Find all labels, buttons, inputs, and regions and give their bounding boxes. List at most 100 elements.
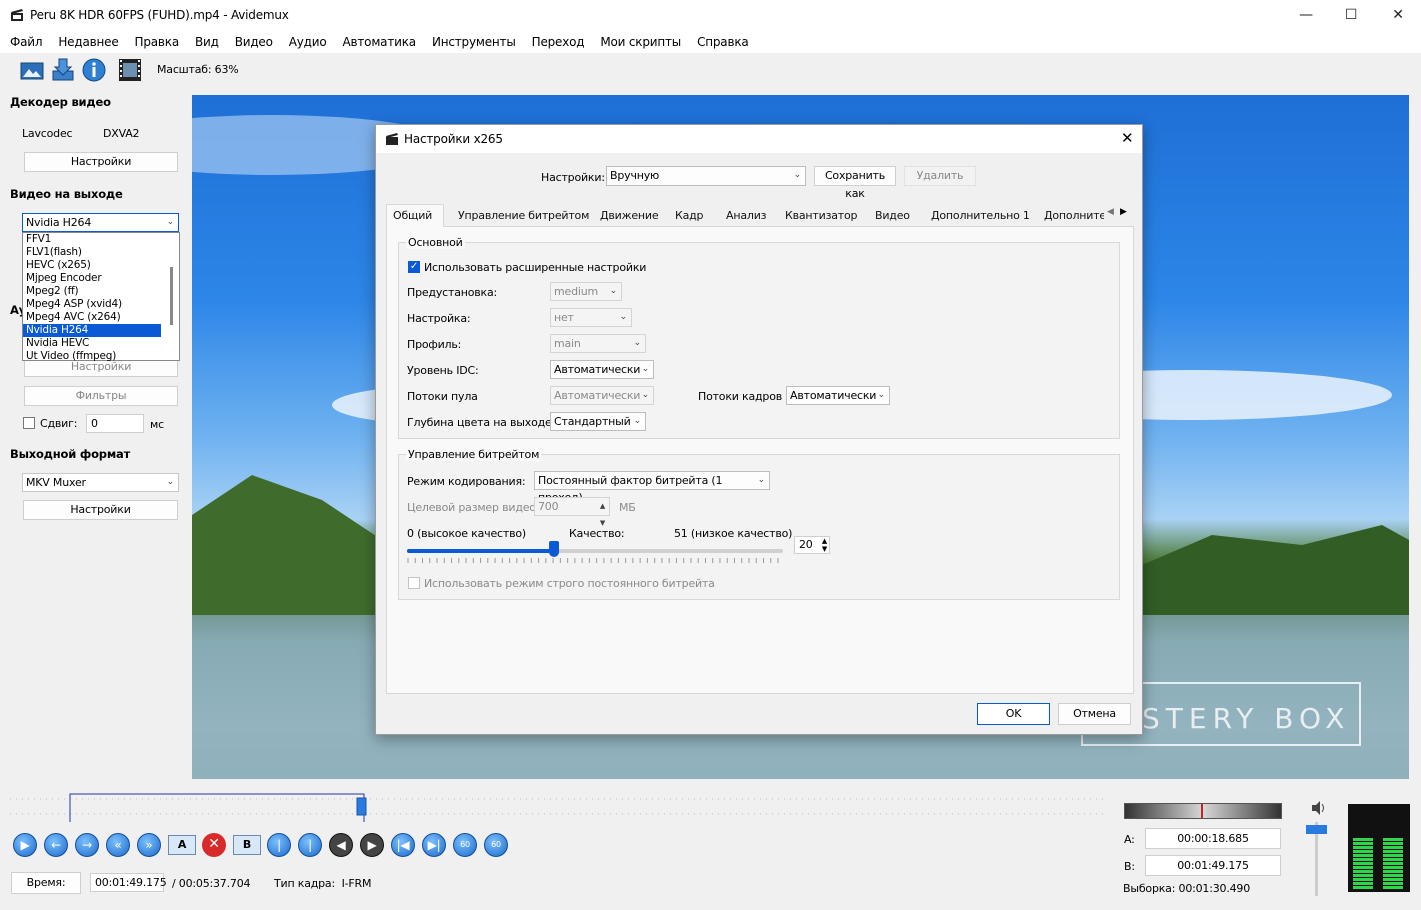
set-marker-a-icon[interactable]: A — [168, 835, 196, 855]
menu-view[interactable]: Вид — [187, 31, 227, 53]
current-time-field[interactable]: 00:01:49.175 — [90, 873, 167, 892]
close-button[interactable]: ✕ — [1375, 0, 1421, 31]
tab-scroll-left-icon[interactable]: ◀ — [1107, 207, 1114, 217]
shift-input[interactable]: 0 — [86, 414, 144, 433]
dialog-close-button[interactable]: ✕ — [1121, 129, 1134, 147]
info-icon[interactable] — [81, 57, 107, 83]
next-frame-icon[interactable]: → — [75, 833, 99, 857]
prev-black-icon[interactable]: ◀ — [329, 833, 353, 857]
codec-option[interactable]: FLV1(flash) — [23, 246, 161, 259]
back-60s-icon[interactable]: 60 — [453, 833, 477, 857]
minimize-button[interactable]: — — [1283, 0, 1329, 31]
goto-b-icon[interactable]: | — [298, 833, 322, 857]
cancel-button[interactable]: Отмена — [1058, 703, 1131, 725]
menu-file[interactable]: Файл — [2, 31, 50, 53]
decoder-title: Декодер видео — [10, 95, 111, 109]
marker-a-field[interactable]: 00:00:18.685 — [1145, 828, 1281, 849]
video-codec-select[interactable]: Nvidia H264 ⌄ — [22, 213, 179, 232]
codec-option[interactable]: HEVC (x265) — [23, 259, 161, 272]
volume-slider-thumb[interactable] — [1306, 825, 1327, 834]
volume-icon[interactable] — [1310, 800, 1328, 816]
forward-60s-icon[interactable]: 60 — [484, 833, 508, 857]
goto-start-icon[interactable]: |◀ — [391, 833, 415, 857]
goto-end-icon[interactable]: ▶| — [422, 833, 446, 857]
tab-quantizer[interactable]: Квантизатор — [779, 207, 863, 227]
quality-slider-thumb[interactable] — [549, 541, 559, 557]
tab-motion[interactable]: Движение — [594, 207, 664, 227]
preset-select[interactable]: Вручную ⌄ — [606, 166, 806, 186]
menu-scripts[interactable]: Мои скрипты — [592, 31, 689, 53]
film-icon[interactable] — [117, 57, 143, 83]
dialog-title-bar: Настройки x265 ✕ — [376, 125, 1142, 153]
watermark-text: STERY BOX — [1142, 702, 1350, 735]
codec-option[interactable]: FFV1 — [23, 233, 161, 246]
quality-label: Качество: — [569, 527, 625, 540]
strict-cbr-checkbox[interactable] — [408, 577, 420, 589]
marker-b-label: B: — [1124, 860, 1135, 873]
save-icon[interactable] — [50, 57, 76, 83]
tab-ratecontrol[interactable]: Управление битрейтом — [452, 207, 595, 227]
preset-level-select[interactable]: medium ⌄ — [550, 282, 622, 301]
muxer-settings-button[interactable]: Настройки — [23, 500, 178, 520]
codec-option[interactable]: Ut Video (ffmpeg) — [23, 350, 161, 363]
playhead-marker[interactable] — [356, 797, 367, 816]
prev-frame-icon[interactable]: ← — [44, 833, 68, 857]
dropdown-scrollbar[interactable] — [170, 267, 173, 325]
menu-video[interactable]: Видео — [227, 31, 281, 53]
ok-button[interactable]: OK — [977, 703, 1050, 725]
menu-audio[interactable]: Аудио — [281, 31, 335, 53]
tab-frame[interactable]: Кадр — [669, 207, 709, 227]
profile-select[interactable]: main ⌄ — [550, 334, 646, 353]
quality-slider-track[interactable] — [407, 541, 783, 557]
tab-general[interactable]: Общий — [386, 204, 444, 227]
menu-go[interactable]: Переход — [524, 31, 593, 53]
marker-b-field[interactable]: 00:01:49.175 — [1145, 855, 1281, 876]
maximize-button[interactable]: ☐ — [1328, 0, 1374, 31]
play-icon[interactable]: ▶ — [13, 833, 37, 857]
menu-recent[interactable]: Недавнее — [50, 31, 126, 53]
jog-shuttle[interactable] — [1124, 803, 1282, 819]
muxer-select[interactable]: MKV Muxer ⌄ — [22, 473, 179, 492]
encoding-mode-select[interactable]: Постоянный фактор битрейта (1 проход)⌄ — [534, 471, 770, 504]
shift-checkbox[interactable] — [23, 417, 35, 429]
codec-option[interactable]: Mjpeg Encoder — [23, 272, 161, 285]
set-marker-b-icon[interactable]: B — [233, 835, 261, 855]
pool-threads-select[interactable]: Автоматически ⌄ — [550, 386, 654, 405]
delete-selection-icon[interactable]: ✕ — [202, 833, 226, 857]
open-file-icon[interactable] — [19, 57, 45, 83]
tab-video[interactable]: Видео — [869, 207, 916, 227]
menu-help[interactable]: Справка — [689, 31, 756, 53]
tab-analysis[interactable]: Анализ — [720, 207, 772, 227]
spin-arrows-icon[interactable]: ▲ ▼ — [822, 537, 827, 553]
goto-a-icon[interactable]: | — [267, 833, 291, 857]
codec-option[interactable]: Nvidia HEVC — [23, 337, 161, 350]
timeline-slider[interactable] — [10, 792, 1106, 822]
depth-select[interactable]: Стандартный ⌄ — [550, 412, 646, 431]
preset-level-label: Предустановка: — [407, 286, 498, 299]
time-button[interactable]: Время: — [11, 872, 81, 894]
tune-select[interactable]: нет ⌄ — [550, 308, 632, 327]
menu-tools[interactable]: Инструменты — [424, 31, 524, 53]
menu-auto[interactable]: Автоматика — [335, 31, 424, 53]
next-black-icon[interactable]: ▶ — [360, 833, 384, 857]
codec-option[interactable]: Mpeg4 ASP (xvid4) — [23, 298, 161, 311]
tab-scroll-right-icon[interactable]: ▶ — [1120, 207, 1127, 217]
decoder-settings-button[interactable]: Настройки — [24, 152, 178, 172]
codec-option-selected[interactable]: Nvidia H264 — [23, 324, 161, 337]
target-size-input[interactable]: 700 ▲ ▼ — [534, 497, 610, 527]
tab-advanced2[interactable]: Дополнител — [1038, 207, 1104, 227]
save-as-button[interactable]: Сохранить как — [814, 166, 896, 200]
next-keyframe-icon[interactable]: » — [137, 833, 161, 857]
codec-option[interactable]: Mpeg2 (ff) — [23, 285, 161, 298]
prev-keyframe-icon[interactable]: « — [106, 833, 130, 857]
filters-button[interactable]: Фильтры — [24, 386, 178, 406]
delete-button[interactable]: Удалить — [904, 166, 976, 186]
tab-advanced1[interactable]: Дополнительно 1 — [925, 207, 1036, 227]
frame-threads-select[interactable]: Автоматически ⌄ — [786, 386, 890, 405]
quality-input[interactable]: 20 ▲ ▼ — [794, 536, 830, 554]
idc-select[interactable]: Автоматически ⌄ — [550, 360, 654, 379]
codec-option[interactable]: Mpeg4 AVC (x264) — [23, 311, 161, 324]
use-advanced-checkbox[interactable]: ✓ — [408, 261, 420, 273]
strict-cbr-label: Использовать режим строго постоянного би… — [424, 577, 715, 590]
menu-edit[interactable]: Правка — [127, 31, 187, 53]
